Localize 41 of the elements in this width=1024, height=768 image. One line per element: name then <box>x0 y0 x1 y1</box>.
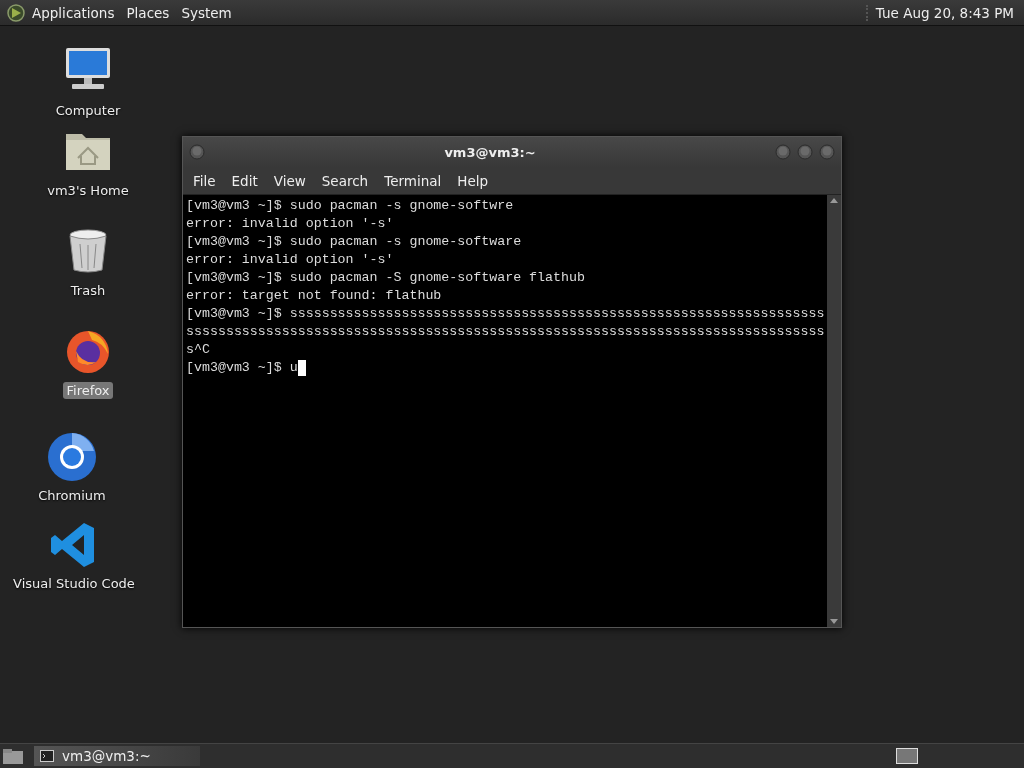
workspace-switcher[interactable] <box>896 748 918 764</box>
text-cursor <box>297 360 306 376</box>
menu-item[interactable]: File <box>187 170 226 191</box>
window-title: vm3@vm3:~ <box>443 144 537 160</box>
icon-label[interactable]: vm3's Home <box>44 182 132 199</box>
terminal-line: s^C <box>186 341 210 359</box>
terminal-line: [vm3@vm3 ~]$ sssssssssssssssssssssssssssssssssssssssssssssssssssssssssssssssssss <box>186 305 825 323</box>
icon-label[interactable]: Computer <box>52 102 124 119</box>
scroll-down-icon <box>830 619 838 625</box>
menu-logo-icon <box>6 2 26 23</box>
menu-item[interactable]: Search <box>315 170 379 191</box>
scrollbar[interactable] <box>827 195 841 627</box>
panel-menu[interactable]: Applications <box>26 2 121 23</box>
terminal-line: error: invalid option '-s' <box>186 215 394 233</box>
chromium-icon <box>46 431 98 483</box>
icon-label[interactable]: Firefox <box>63 382 113 399</box>
panel-menu[interactable]: Places <box>120 2 176 23</box>
clock[interactable]: Tue Aug 20, 8:43 PM <box>865 4 1018 21</box>
terminal-line: [vm3@vm3 ~]$ sudo pacman -s gnome-softwre <box>186 197 514 215</box>
show-desktop-icon <box>2 747 24 765</box>
terminal-line: error: target not found: flathub <box>186 287 442 305</box>
maximize-button[interactable] <box>797 144 813 160</box>
menu-item[interactable]: View <box>267 170 316 191</box>
terminal-line: [vm3@vm3 ~]$ u <box>186 359 298 377</box>
icon-label[interactable]: Trash <box>67 282 109 299</box>
terminal-line: ssssssssssssssssssssssssssssssssssssssssssssssssssssssssssssssssssssssssssssssss <box>186 323 825 341</box>
taskbar-button[interactable]: vm3@vm3:~ <box>34 746 200 766</box>
scroll-up-icon <box>830 197 838 203</box>
minimize-button[interactable] <box>775 144 791 160</box>
menu-item[interactable]: Help <box>451 170 499 191</box>
menu-item[interactable]: Edit <box>225 170 268 191</box>
terminal-line: [vm3@vm3 ~]$ sudo pacman -S gnome-software flathub <box>186 269 585 287</box>
panel-menu[interactable]: System <box>175 2 238 23</box>
close-button[interactable] <box>819 144 835 160</box>
terminal-icon <box>40 750 54 762</box>
icon-label[interactable]: Visual Studio Code <box>10 575 138 592</box>
terminal-line: error: invalid option '-s' <box>186 251 394 269</box>
menu-item[interactable]: Terminal <box>378 170 452 191</box>
window-menu-button[interactable] <box>189 144 205 160</box>
icon-label[interactable]: Chromium <box>35 487 109 504</box>
terminal-line: [vm3@vm3 ~]$ sudo pacman -s gnome-software <box>186 233 522 251</box>
